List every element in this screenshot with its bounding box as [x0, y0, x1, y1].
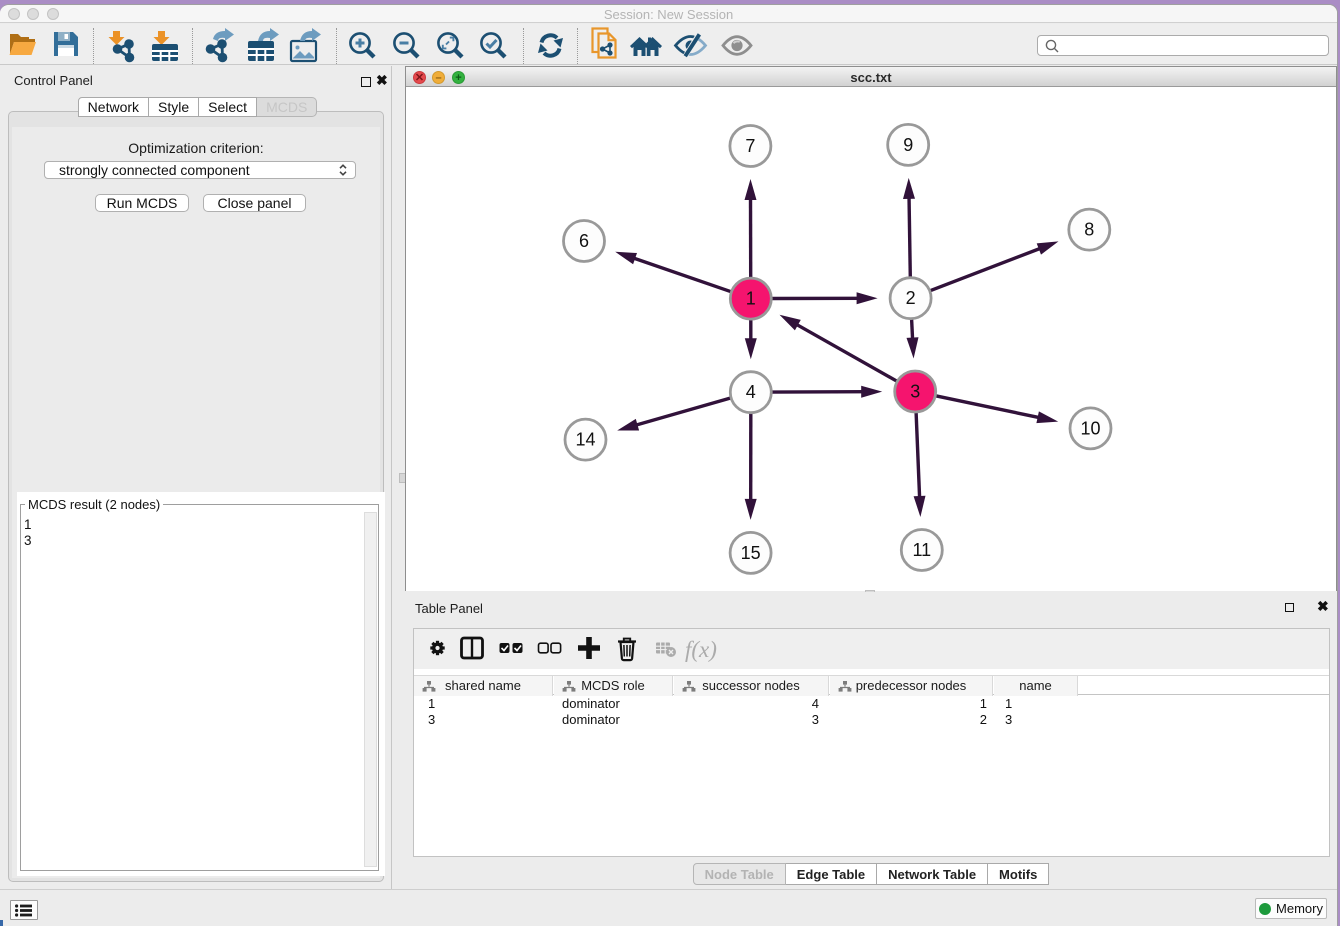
svg-text:15: 15	[741, 543, 761, 563]
svg-text:11: 11	[912, 540, 931, 560]
svg-text:4: 4	[746, 382, 756, 402]
svg-text:2: 2	[906, 288, 916, 308]
svg-text:3: 3	[910, 382, 920, 402]
svg-text:9: 9	[903, 135, 913, 155]
svg-text:f(x): f(x)	[685, 637, 717, 662]
svg-text:7: 7	[745, 136, 755, 156]
svg-text:1: 1	[746, 289, 756, 309]
svg-text:6: 6	[579, 231, 589, 251]
svg-text:8: 8	[1084, 220, 1094, 240]
svg-text:14: 14	[575, 430, 595, 450]
svg-text:10: 10	[1080, 418, 1100, 438]
